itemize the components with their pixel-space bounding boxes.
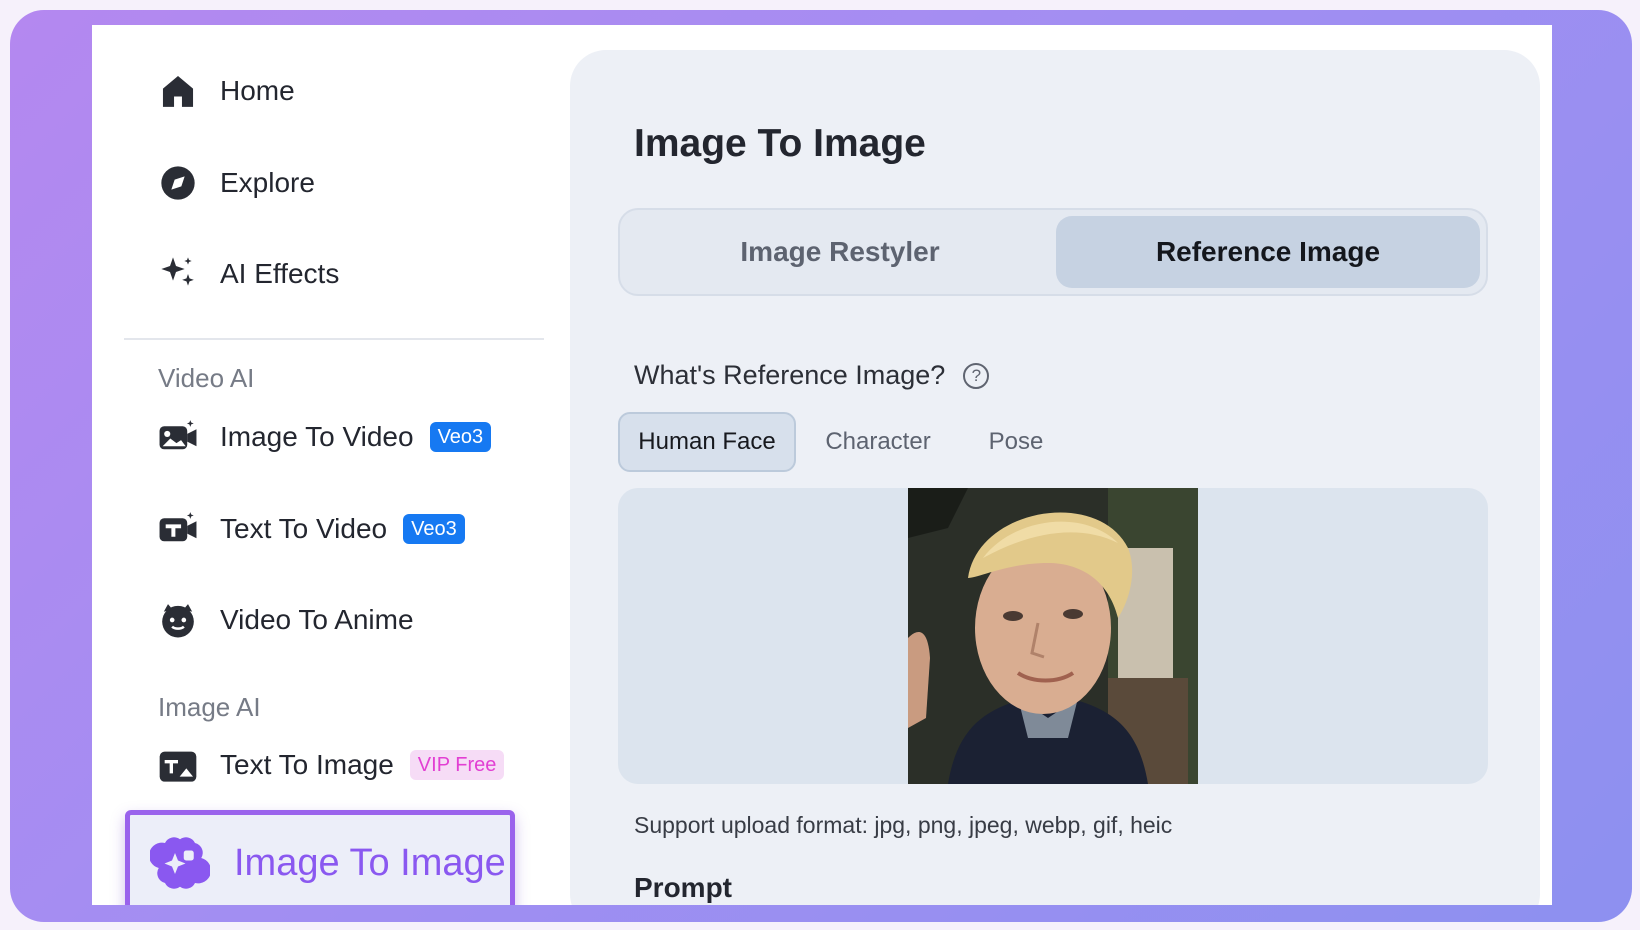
chip-pose[interactable]: Pose: [966, 412, 1066, 472]
sidebar-item-text-to-image[interactable]: Text To Image VIP Free: [158, 745, 505, 785]
mode-switch: Image Restyler Reference Image: [618, 208, 1488, 296]
image-to-image-icon: [148, 833, 212, 893]
home-icon: [158, 71, 198, 111]
vip-free-badge: VIP Free: [409, 750, 505, 780]
sidebar-item-video-to-anime[interactable]: Video To Anime: [158, 600, 414, 640]
main-panel: Image To Image Image Restyler Reference …: [570, 50, 1540, 905]
sidebar-item-label: Image To Image: [234, 841, 506, 884]
tab-image-restyler[interactable]: Image Restyler: [628, 216, 1052, 288]
tab-reference-image[interactable]: Reference Image: [1056, 216, 1480, 288]
section-label-video-ai: Video AI: [158, 363, 255, 393]
veo3-badge: Veo3: [403, 514, 465, 544]
sparkles-icon: [158, 254, 198, 294]
sidebar-item-label: Explore: [220, 167, 315, 198]
chip-character[interactable]: Character: [808, 412, 948, 472]
sidebar-item-label: AI Effects: [220, 258, 340, 289]
screenshot-frame: Home Explore AI Effects Video AI Image T…: [10, 10, 1632, 922]
sidebar-item-home[interactable]: Home: [158, 71, 295, 111]
prompt-label: Prompt: [634, 872, 732, 903]
page-title: Image To Image: [634, 122, 926, 165]
veo3-badge: Veo3: [429, 422, 492, 452]
uploaded-face-photo: [908, 488, 1198, 784]
sidebar-item-label: Video To Anime: [220, 604, 414, 635]
text-image-icon: [158, 745, 198, 785]
app-window: Home Explore AI Effects Video AI Image T…: [92, 25, 1552, 905]
reference-question: What's Reference Image? ?: [634, 360, 990, 391]
sidebar-item-label: Image To Video: [220, 421, 414, 452]
image-video-icon: [158, 417, 198, 457]
compass-icon: [158, 163, 198, 203]
help-icon[interactable]: ?: [963, 362, 990, 389]
chip-human-face[interactable]: Human Face: [618, 412, 796, 472]
sidebar-item-explore[interactable]: Explore: [158, 163, 315, 203]
section-label-image-ai: Image AI: [158, 692, 261, 722]
sidebar-divider: [124, 338, 544, 340]
support-format-text: Support upload format: jpg, png, jpeg, w…: [634, 812, 1173, 838]
sidebar-item-image-to-video[interactable]: Image To Video Veo3: [158, 417, 492, 457]
sidebar-item-image-to-image[interactable]: Image To Image: [125, 810, 515, 905]
upload-area[interactable]: [618, 488, 1488, 784]
text-video-icon: [158, 509, 198, 549]
sidebar-item-label: Text To Video: [220, 513, 388, 544]
sidebar-item-label: Text To Image: [220, 749, 394, 780]
sidebar-item-ai-effects[interactable]: AI Effects: [158, 254, 339, 294]
anime-face-icon: [158, 600, 198, 640]
sidebar-item-label: Home: [220, 75, 295, 106]
question-label: What's Reference Image?: [634, 360, 946, 390]
sidebar-item-text-to-video[interactable]: Text To Video Veo3: [158, 509, 465, 549]
